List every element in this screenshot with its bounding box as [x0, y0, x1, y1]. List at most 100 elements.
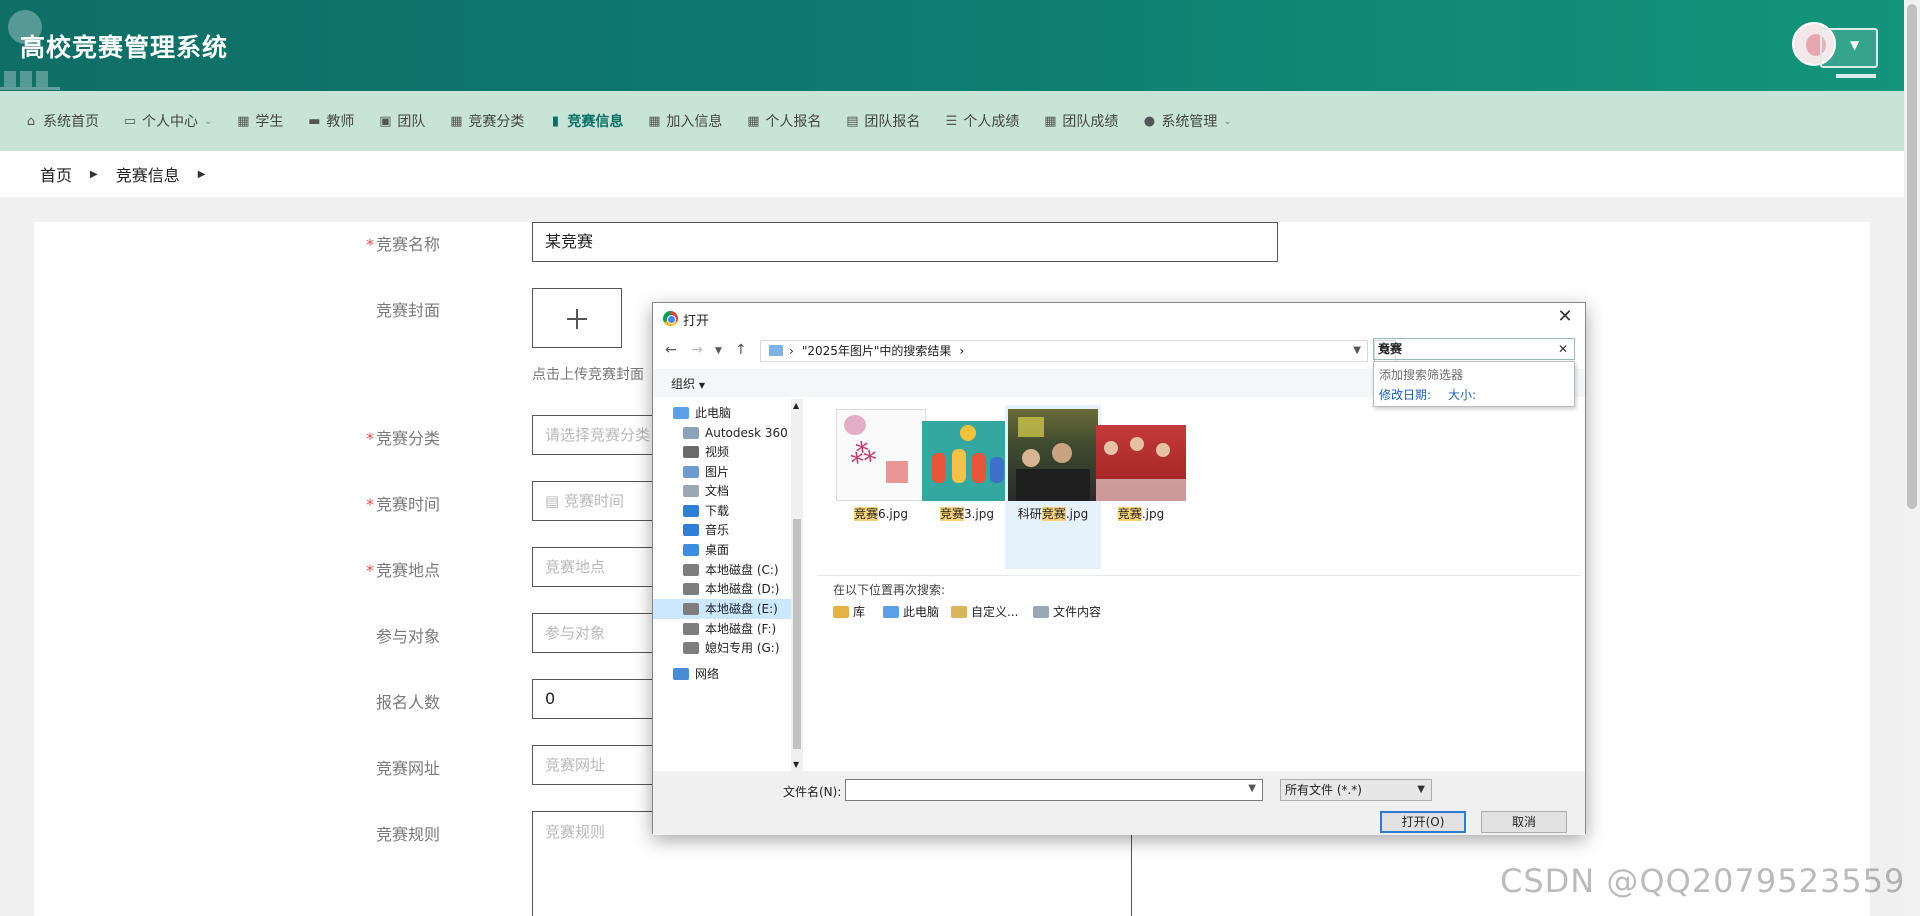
- url-input[interactable]: 竞赛网址: [532, 745, 662, 785]
- app-title: 高校竞赛管理系统: [20, 33, 229, 62]
- download-icon: [683, 505, 699, 517]
- place-input[interactable]: 竞赛地点: [532, 547, 662, 587]
- tree-item-label: 桌面: [705, 543, 730, 557]
- target-input[interactable]: 参与对象: [532, 613, 662, 653]
- address-bar[interactable]: › "2025年图片"中的搜索结果 › ▼: [760, 340, 1368, 362]
- address-path: "2025年图片"中的搜索结果: [801, 344, 952, 358]
- filename-input[interactable]: ▼: [845, 779, 1263, 801]
- filetype-select[interactable]: 所有文件 (*.*) ▼: [1280, 779, 1432, 801]
- tree-item[interactable]: Autodesk 360: [653, 423, 791, 443]
- nav-item[interactable]: ▣ 团队: [354, 91, 425, 151]
- search-again-item-label: 文件内容: [1053, 605, 1102, 619]
- time-picker[interactable]: ▤ 竞赛时间: [532, 481, 662, 521]
- chevron-down-icon: ⌄: [1223, 115, 1232, 127]
- nav-item[interactable]: ▦ 加入信息: [623, 91, 722, 151]
- tree-item[interactable]: 本地磁盘 (C:): [653, 560, 791, 580]
- file-thumbnail: [1096, 409, 1186, 501]
- nav-item[interactable]: ▦ 个人报名: [722, 91, 821, 151]
- file-list: 在以下位置再次搜索: ⁂ 竞赛6.jpg 竞赛3.jpg 科研竞赛.jpg 竞赛.jpg…: [813, 399, 1585, 771]
- name-input[interactable]: 某竞赛: [532, 222, 1278, 262]
- file-icon: [1033, 605, 1049, 618]
- chrome-icon: [663, 311, 678, 326]
- file-thumbnail: [922, 409, 1012, 501]
- tree-item-label: 本地磁盘 (D:): [705, 582, 780, 596]
- tree-item[interactable]: 下载: [653, 501, 791, 521]
- tree-item[interactable]: 桌面: [653, 540, 791, 560]
- drive-icon: [683, 603, 699, 615]
- nav-item[interactable]: ● 系统管理 ⌄: [1118, 91, 1232, 151]
- search-again-item[interactable]: 自定义...: [951, 603, 1018, 620]
- back-arrow-icon[interactable]: ←: [665, 342, 677, 358]
- nav-item[interactable]: ▤ 团队报名: [821, 91, 920, 151]
- file-item[interactable]: ⁂ 竞赛6.jpg: [833, 405, 929, 569]
- clear-search-icon[interactable]: ✕: [1558, 339, 1568, 359]
- filter-modified-date[interactable]: 修改日期:: [1379, 386, 1431, 403]
- main-nav: ⌂ 系统首页 ▭ 个人中心 ⌄ ▦ 学生 ▬ 教师 ▣ 团队 ▦ 竞赛分类 ▮ 竞赛信息 ▦ 加入信息 ▦ 个人报名…: [0, 91, 1904, 151]
- tree-item[interactable]: 此电脑: [653, 403, 791, 423]
- music-icon: [683, 524, 699, 536]
- tree-item[interactable]: 本地磁盘 (F:): [653, 619, 791, 639]
- filter-size[interactable]: 大小:: [1448, 386, 1476, 403]
- file-item[interactable]: 科研竞赛.jpg: [1005, 405, 1101, 569]
- tree-item[interactable]: 媳妇专用 (G:): [653, 638, 791, 658]
- nav-item[interactable]: ▬ 教师: [283, 91, 354, 151]
- cover-upload-button[interactable]: [532, 288, 622, 348]
- drive-icon: [683, 642, 699, 654]
- nav-item[interactable]: ▦ 团队成绩: [1019, 91, 1118, 151]
- monitor-icon: ▣: [379, 113, 392, 129]
- category-select[interactable]: 请选择竞赛分类: [532, 415, 662, 455]
- chevron-down-icon[interactable]: ▼: [1850, 38, 1859, 52]
- tree-item[interactable]: 本地磁盘 (E:): [653, 599, 791, 619]
- up-arrow-icon[interactable]: ↑: [735, 342, 747, 358]
- scrollbar-thumb[interactable]: [1907, 4, 1917, 509]
- dialog-titlebar[interactable]: 打开 ✕: [653, 303, 1585, 333]
- organize-menu[interactable]: 组织 ▼: [671, 375, 705, 392]
- nav-item[interactable]: ⌂ 系统首页: [0, 91, 99, 151]
- tree-item[interactable]: 文档: [653, 481, 791, 501]
- search-filter-popup: 添加搜索筛选器 修改日期: 大小:: [1373, 361, 1575, 407]
- document-icon: [683, 485, 699, 497]
- file-item[interactable]: 竞赛3.jpg: [919, 405, 1015, 569]
- search-again-item[interactable]: 此电脑: [883, 603, 939, 620]
- network-icon: [673, 668, 689, 680]
- nav-item[interactable]: ▦ 学生: [212, 91, 283, 151]
- search-again-item[interactable]: 库: [833, 603, 865, 620]
- nav-item[interactable]: ▭ 个人中心 ⌄: [99, 91, 213, 151]
- cancel-button[interactable]: 取消: [1481, 811, 1567, 833]
- nav-item-label: 竞赛信息: [567, 114, 624, 130]
- page-scrollbar[interactable]: [1904, 0, 1920, 916]
- tree-item[interactable]: 音乐: [653, 520, 791, 540]
- tree-item[interactable]: 本地磁盘 (D:): [653, 579, 791, 599]
- tree-item[interactable]: 视频: [653, 442, 791, 462]
- tree-item-label: 文档: [705, 484, 730, 498]
- nav-item[interactable]: ▮ 竞赛信息: [524, 91, 624, 151]
- grid-icon: ▦: [1044, 113, 1057, 129]
- cover-hint: 点击上传竞赛封面: [532, 367, 644, 383]
- file-item[interactable]: 竞赛.jpg: [1093, 405, 1189, 569]
- search-input[interactable]: 竞赛 ✕: [1373, 338, 1575, 360]
- chevron-down-icon[interactable]: ▼: [1353, 341, 1361, 361]
- search-again-item-label: 库: [853, 605, 866, 619]
- recent-dropdown-icon[interactable]: ▼: [715, 346, 722, 356]
- nav-item-label: 系统管理: [1161, 114, 1218, 130]
- tree-item[interactable]: 图片: [653, 462, 791, 482]
- calendar-icon: ▤: [545, 492, 564, 510]
- computer-icon: [883, 605, 899, 618]
- nav-item[interactable]: ☰ 个人成绩: [920, 91, 1020, 151]
- nav-item[interactable]: ▦ 竞赛分类: [425, 91, 524, 151]
- breadcrumb-current[interactable]: 竞赛信息: [116, 162, 180, 186]
- scroll-down-icon[interactable]: ▼: [793, 760, 799, 769]
- app-header: 高校竞赛管理系统 ▼: [0, 0, 1904, 91]
- file-name: 科研竞赛.jpg: [1017, 507, 1089, 521]
- close-icon[interactable]: ✕: [1553, 306, 1577, 327]
- navigation-pane-scrollbar[interactable]: ▲ ▼: [791, 399, 803, 771]
- chevron-down-icon[interactable]: ▼: [1248, 783, 1256, 794]
- forward-arrow-icon[interactable]: →: [691, 342, 703, 358]
- scrollbar-thumb[interactable]: [793, 519, 801, 749]
- count-input[interactable]: 0: [532, 679, 662, 719]
- breadcrumb-home[interactable]: 首页: [40, 162, 72, 186]
- tree-item[interactable]: 网络: [653, 664, 791, 684]
- open-button[interactable]: 打开(O): [1380, 811, 1466, 833]
- search-again-item[interactable]: 文件内容: [1033, 603, 1101, 620]
- scroll-up-icon[interactable]: ▲: [793, 401, 799, 410]
